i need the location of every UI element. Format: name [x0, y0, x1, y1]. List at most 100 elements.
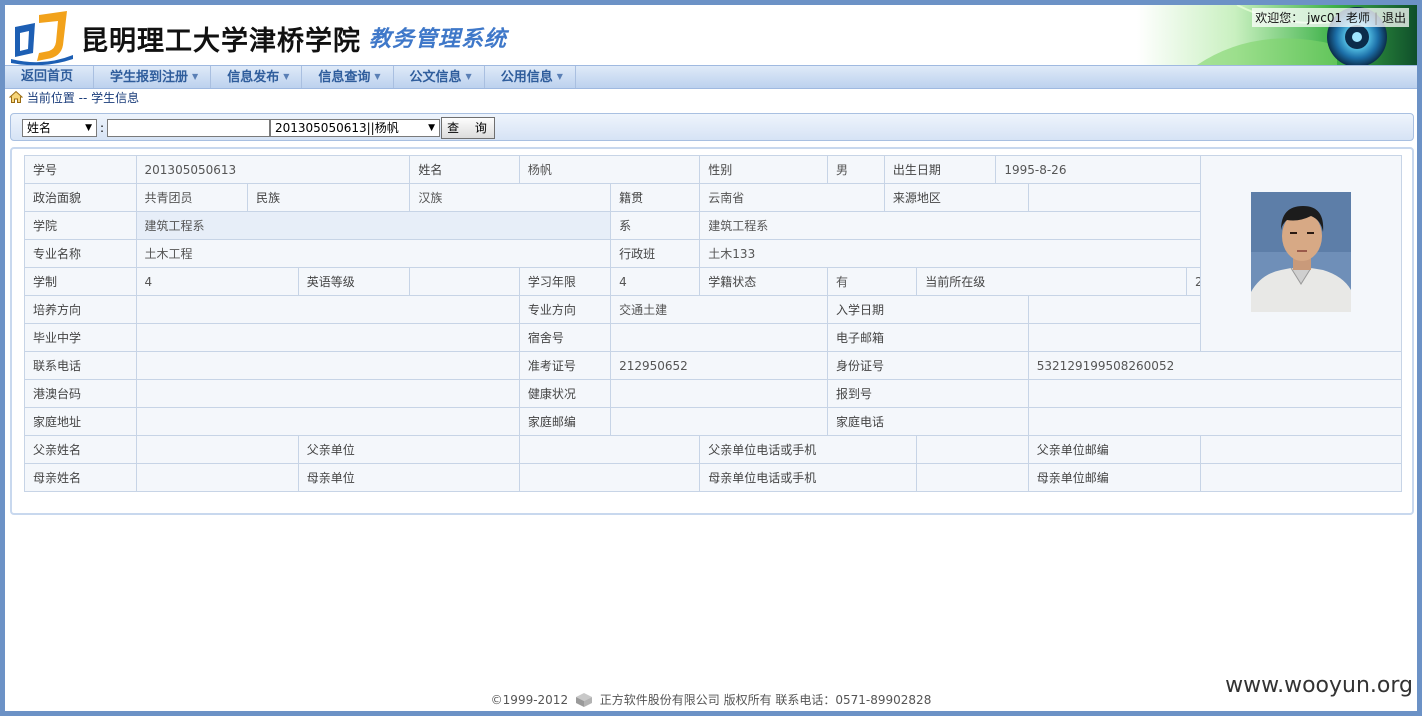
field-select[interactable]: 姓名 ▼ — [22, 119, 97, 137]
label-gender: 性别 — [699, 155, 829, 184]
label-id-card: 身份证号 — [827, 351, 1029, 380]
value-status: 有 — [827, 267, 918, 296]
value-origin — [1027, 183, 1202, 212]
chevron-down-icon: ▼ — [556, 72, 563, 81]
chevron-down-icon: ▼ — [283, 72, 290, 81]
table-row: 政治面貌 共青团员 民族 汉族 籍贯 云南省 来源地区 — [24, 183, 1402, 212]
value-phone — [135, 351, 520, 380]
value-exam-id: 212950652 — [610, 351, 829, 380]
label-major: 专业名称 — [24, 239, 137, 268]
table-row: 港澳台码 健康状况 报到号 — [24, 379, 1403, 408]
label-mother-name: 母亲姓名 — [24, 463, 137, 492]
welcome-separator: | — [1373, 11, 1378, 25]
breadcrumb: 当前位置 -- 学生信息 — [9, 90, 139, 106]
label-department: 系 — [610, 211, 701, 240]
search-bar: 姓名 ▼ : 201305050613||杨帆 ▼ 查 询 — [10, 113, 1414, 141]
label-birth-date: 出生日期 — [883, 155, 997, 184]
footer: ©1999-2012 正方软件股份有限公司 版权所有 联系电话：0571-899… — [5, 689, 1417, 711]
nav-item-registration[interactable]: 学生报到注册 ▼ — [94, 66, 212, 88]
student-select-value: 201305050613||杨帆 — [275, 121, 399, 135]
value-study-years: 4 — [610, 267, 701, 296]
table-row: 专业名称 土木工程 行政班 土木133 — [24, 239, 1402, 268]
label-mother-unit: 母亲单位 — [297, 463, 520, 492]
label-origin: 来源地区 — [883, 183, 1029, 212]
student-info-panel: 学号 201305050613 姓名 杨帆 性别 男 出生日期 1995-8-2… — [10, 147, 1414, 515]
table-row: 学院 建筑工程系 系 建筑工程系 — [24, 211, 1402, 240]
photo-cell — [1200, 155, 1402, 352]
welcome-bar: 欢迎您： jwc01 老师 | 退出 — [1252, 8, 1409, 27]
label-political: 政治面貌 — [24, 183, 137, 212]
footer-company: 正方软件股份有限公司 版权所有 联系电话：0571-89902828 — [599, 693, 932, 707]
table-row: 家庭地址 家庭邮编 家庭电话 — [24, 407, 1403, 436]
label-student-id: 学号 — [24, 155, 137, 184]
label-name: 姓名 — [409, 155, 520, 184]
label-enroll-date: 入学日期 — [827, 295, 1029, 324]
table-row: 母亲姓名 母亲单位 母亲单位电话或手机 母亲单位邮编 — [24, 463, 1402, 492]
student-info-table: 学号 201305050613 姓名 杨帆 性别 男 出生日期 1995-8-2… — [24, 155, 1403, 492]
value-father-unit-zip — [1200, 435, 1402, 464]
nav-item-label: 返回首页 — [21, 69, 74, 84]
nav-item-label: 公用信息 — [500, 70, 553, 85]
nav-item-label: 信息查询 — [318, 70, 371, 85]
label-father-unit-phone: 父亲单位电话或手机 — [699, 435, 918, 464]
value-home-zip — [610, 407, 829, 436]
value-home-address — [135, 407, 520, 436]
nav-item-public[interactable]: 公用信息 ▼ — [485, 66, 576, 88]
nav-item-query[interactable]: 信息查询 ▼ — [302, 66, 394, 88]
label-english-level: 英语等级 — [297, 267, 411, 296]
search-input[interactable] — [107, 119, 270, 137]
nav-item-documents[interactable]: 公文信息 ▼ — [394, 66, 485, 88]
school-logo-icon — [11, 11, 73, 65]
label-father-unit: 父亲单位 — [297, 435, 520, 464]
search-colon: : — [100, 121, 105, 135]
value-duration: 4 — [135, 267, 299, 296]
main-nav: 返回首页 学生报到注册 ▼ 信息发布 ▼ 信息查询 ▼ 公文信息 ▼ 公用信息 ▼ — [5, 65, 1417, 89]
logout-link[interactable]: 退出 — [1382, 11, 1406, 25]
value-father-unit-phone — [916, 435, 1029, 464]
value-mother-unit-phone — [916, 463, 1029, 492]
value-home-phone — [1027, 407, 1403, 436]
nav-item-home[interactable]: 返回首页 — [5, 66, 95, 88]
query-button[interactable]: 查 询 — [441, 117, 495, 139]
value-mother-unit — [518, 463, 701, 492]
value-training-direction — [135, 295, 520, 324]
label-father-name: 父亲姓名 — [24, 435, 137, 464]
value-father-unit — [518, 435, 701, 464]
system-name: 教务管理系统 — [369, 27, 508, 52]
value-health — [610, 379, 829, 408]
student-select[interactable]: 201305050613||杨帆 ▼ — [270, 119, 440, 137]
label-mother-unit-zip: 母亲单位邮编 — [1027, 463, 1202, 492]
label-duration: 学制 — [24, 267, 137, 296]
breadcrumb-text: 当前位置 -- 学生信息 — [26, 91, 140, 105]
company-logo-icon — [575, 693, 592, 707]
table-row: 培养方向 专业方向 交通土建 入学日期 — [24, 295, 1402, 324]
label-home-zip: 家庭邮编 — [518, 407, 612, 436]
chevron-down-icon: ▼ — [374, 72, 381, 81]
label-college: 学院 — [24, 211, 137, 240]
table-row: 毕业中学 宿舍号 电子邮箱 — [24, 323, 1402, 352]
value-native-place: 云南省 — [699, 183, 885, 212]
value-father-name — [135, 435, 299, 464]
nav-item-label: 信息发布 — [227, 70, 280, 85]
value-gender: 男 — [827, 155, 885, 184]
label-ethnicity: 民族 — [247, 183, 411, 212]
table-row: 学制 4 英语等级 学习年限 4 学籍状态 有 当前所在级 2013 — [24, 267, 1402, 296]
label-father-unit-zip: 父亲单位邮编 — [1027, 435, 1202, 464]
value-name: 杨帆 — [518, 155, 701, 184]
browser-frame: 昆明理工大学津桥学院 教务管理系统 欢迎您： jwc01 老师 | 退出 返回首… — [0, 0, 1422, 716]
field-select-value: 姓名 — [27, 121, 52, 135]
nav-item-label: 公文信息 — [409, 70, 462, 85]
label-report-no: 报到号 — [827, 379, 1029, 408]
value-english-level — [409, 267, 520, 296]
value-id-card: 532129199508260052 — [1027, 351, 1403, 380]
value-hk-code — [135, 379, 520, 408]
value-college: 建筑工程系 — [135, 211, 612, 240]
home-icon — [9, 90, 23, 103]
label-hk-code: 港澳台码 — [24, 379, 137, 408]
school-name: 昆明理工大学津桥学院 — [81, 26, 361, 57]
welcome-text: 欢迎您： jwc01 老师 — [1255, 11, 1370, 25]
label-health: 健康状况 — [518, 379, 612, 408]
nav-item-publish[interactable]: 信息发布 ▼ — [211, 66, 303, 88]
value-ethnicity: 汉族 — [409, 183, 612, 212]
table-row: 联系电话 准考证号 212950652 身份证号 532129199508260… — [24, 351, 1403, 380]
